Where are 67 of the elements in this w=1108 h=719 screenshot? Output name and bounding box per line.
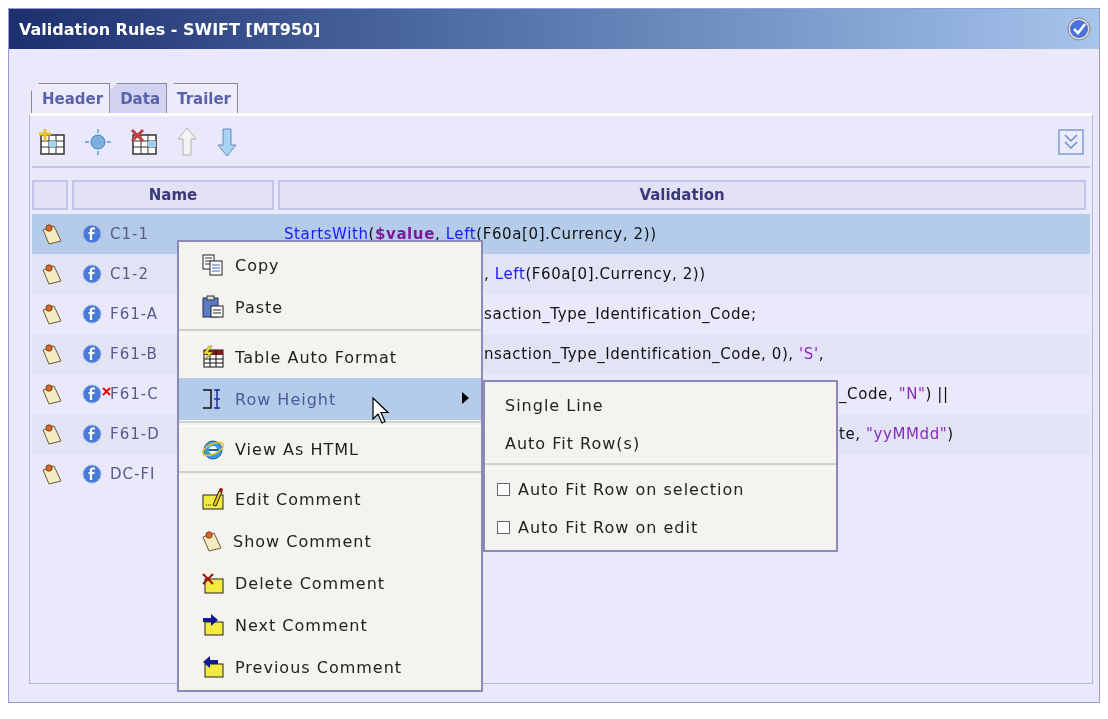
- function-icon: [82, 384, 102, 404]
- next-note-icon: [201, 613, 225, 637]
- note-icon: [41, 342, 63, 366]
- clipboard-icon: [201, 295, 225, 319]
- note-icon: [201, 529, 223, 553]
- validation-expression: nsaction_Type_Identification_Code, 0), 'S',: [484, 345, 825, 363]
- note-icon: [41, 462, 63, 486]
- column-header[interactable]: Name: [71, 180, 275, 210]
- function-icon: [82, 424, 102, 444]
- tab[interactable]: Data: [109, 83, 168, 113]
- function-icon: [82, 264, 102, 284]
- menu-item[interactable]: Copy: [179, 244, 481, 286]
- note-icon: [41, 222, 63, 246]
- menu-checkbox-item[interactable]: Auto Fit Row on selection: [485, 470, 836, 508]
- header-cell: [32, 180, 68, 210]
- delete-table-row-icon[interactable]: [130, 128, 158, 156]
- function-icon: [82, 344, 102, 364]
- validation-expression: te, "yyMMdd"): [839, 425, 954, 443]
- rule-name: C1-2: [110, 265, 149, 283]
- menu-item[interactable]: Single Line: [485, 386, 836, 424]
- checkbox[interactable]: [497, 482, 510, 496]
- menu-item[interactable]: Table Auto Format: [179, 336, 481, 378]
- validation-expression: , Left(F60a[0].Currency, 2)): [484, 265, 706, 283]
- rule-name: DC-FI: [110, 465, 156, 483]
- table-format-icon: [201, 345, 225, 369]
- menu-item[interactable]: Paste: [179, 286, 481, 328]
- delete-note-icon: [201, 571, 225, 595]
- copy-icon: [201, 253, 225, 277]
- function-icon: [82, 304, 102, 324]
- menu-checkbox-item[interactable]: Auto Fit Row on edit: [485, 508, 836, 546]
- note-icon: [41, 382, 63, 406]
- menu-item[interactable]: Show Comment: [179, 520, 481, 562]
- mouse-pointer-icon: [372, 397, 392, 425]
- menu-item[interactable]: Edit Comment: [179, 478, 481, 520]
- tab[interactable]: Header: [31, 83, 111, 113]
- collapse-button[interactable]: [1058, 129, 1084, 155]
- function-icon: [82, 224, 102, 244]
- menu-item[interactable]: Previous Comment: [179, 646, 481, 688]
- function-icon: [82, 464, 102, 484]
- previous-note-icon: [201, 655, 225, 679]
- browser-globe-icon: [201, 437, 225, 461]
- menu-item[interactable]: Row Height: [179, 378, 481, 420]
- column-header[interactable]: Validation: [278, 180, 1086, 210]
- submenu-arrow-icon: [462, 392, 469, 404]
- note-icon: [41, 302, 63, 326]
- validation-expression: saction_Type_Identification_Code;: [484, 305, 757, 323]
- sparkle-icon[interactable]: [84, 128, 112, 156]
- menu-item[interactable]: Auto Fit Row(s): [485, 424, 836, 462]
- validation-expression: _Code, "N") ||: [839, 385, 949, 403]
- menu-item[interactable]: View As HTML: [179, 428, 481, 470]
- edit-note-icon: [201, 487, 225, 511]
- down-arrow-icon[interactable]: [216, 127, 238, 157]
- rule-name: F61-B: [110, 345, 158, 363]
- menu-item[interactable]: Next Comment: [179, 604, 481, 646]
- double-chevron-icon: [1063, 133, 1079, 151]
- note-icon: [41, 262, 63, 286]
- rule-name: F61-A: [110, 305, 159, 323]
- rule-name: F61-C: [110, 385, 159, 403]
- window-title: Validation Rules - SWIFT [MT950]: [19, 19, 321, 39]
- note-icon: [41, 422, 63, 446]
- rule-name: C1-1: [110, 225, 149, 243]
- rule-name: F61-D: [110, 425, 160, 443]
- add-table-row-icon[interactable]: [38, 128, 66, 156]
- menu-item[interactable]: Delete Comment: [179, 562, 481, 604]
- checkbox[interactable]: [497, 520, 510, 534]
- tab[interactable]: Trailer: [166, 83, 238, 113]
- check-icon[interactable]: [1067, 17, 1091, 41]
